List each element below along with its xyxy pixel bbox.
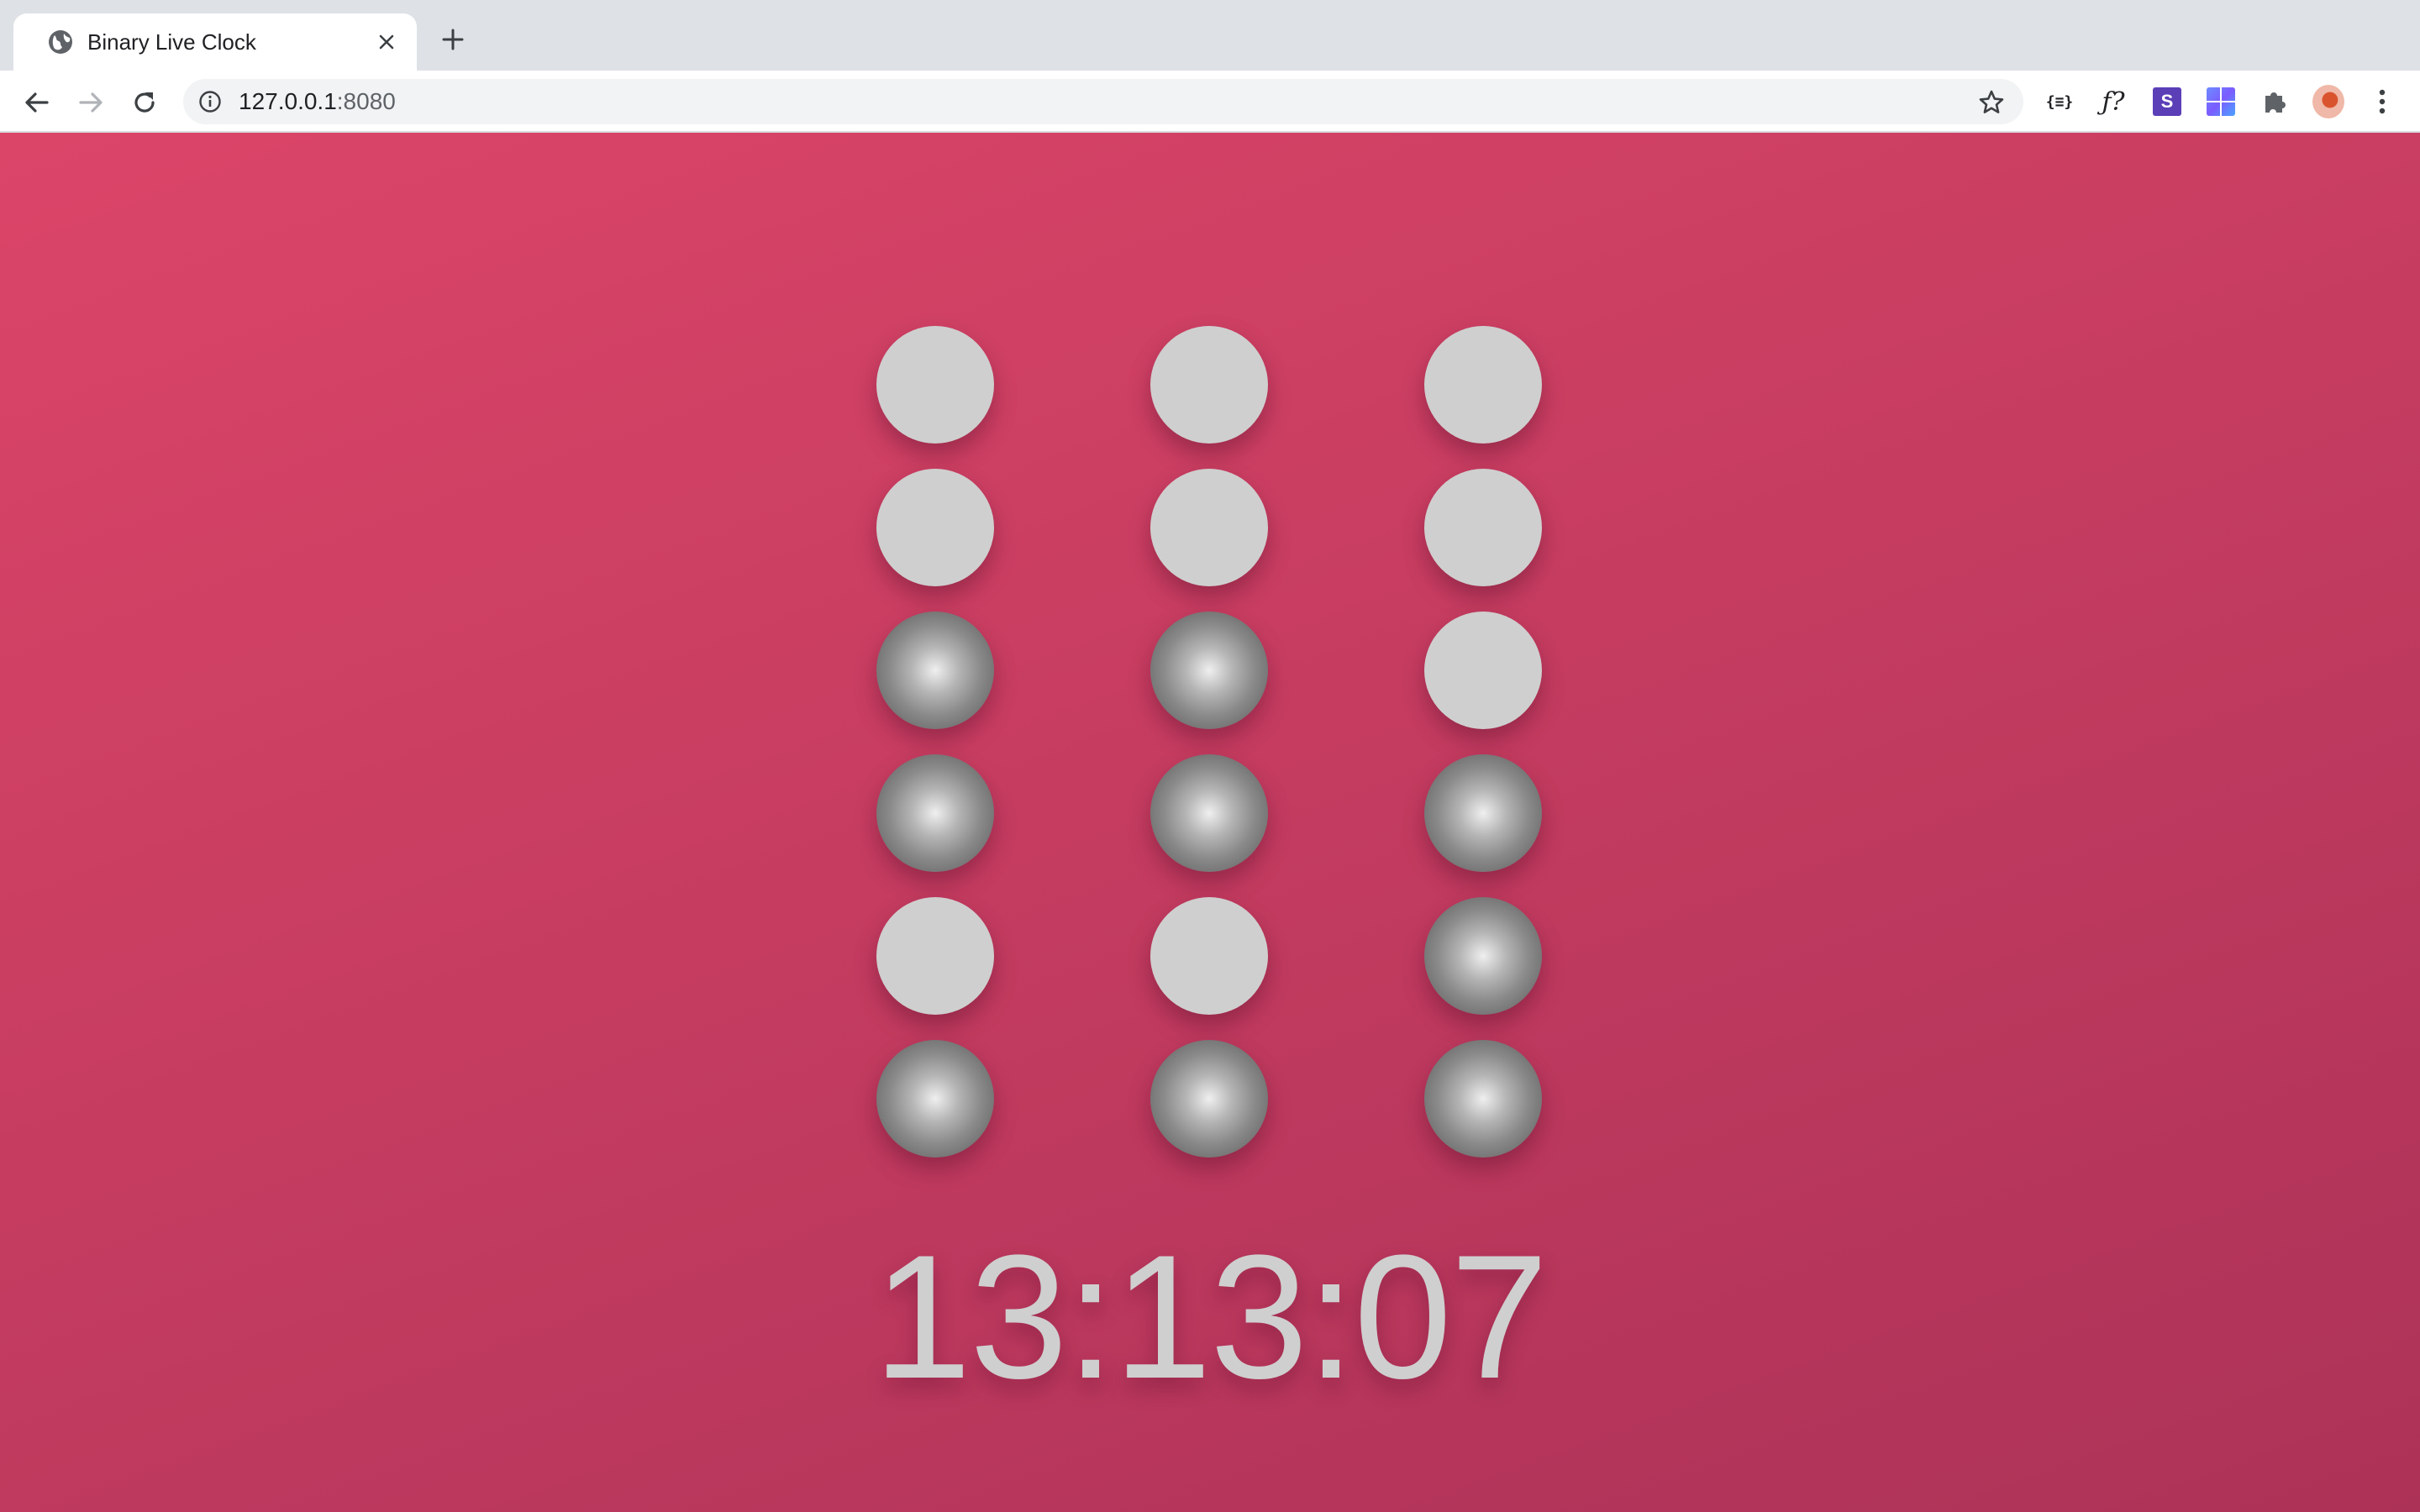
function-extension-icon[interactable]: ƒ? [2097,86,2129,118]
grid-extension-icon[interactable] [2205,86,2237,118]
tab-title: Binary Live Clock [87,29,256,55]
reload-icon[interactable] [129,87,160,118]
binary-bulb [1150,897,1268,1015]
binary-bulb [1150,754,1268,872]
binary-bulb [1424,754,1542,872]
url-port: :8080 [336,88,396,114]
binary-bulb [1150,469,1268,586]
browser-tab[interactable]: Binary Live Clock [13,13,417,71]
tab-strip: Binary Live Clock [0,0,2420,71]
binary-bulb [1150,326,1268,444]
menu-kebab-icon[interactable] [2366,86,2398,118]
binary-bulb [876,612,994,729]
avatar[interactable] [2312,85,2344,118]
puzzle-extensions-icon[interactable] [2259,86,2291,118]
info-icon[interactable] [198,90,222,113]
binary-bulb [1150,1040,1268,1158]
binary-bulb [876,326,994,444]
back-arrow-icon[interactable] [22,87,52,118]
forward-arrow-icon[interactable] [76,87,106,118]
binary-bulb [876,469,994,586]
binary-bulb [1424,612,1542,729]
close-icon[interactable] [376,32,397,52]
binary-bulb [876,1040,994,1158]
new-tab-icon[interactable] [440,27,466,52]
bookmark-star-icon[interactable] [1978,89,2005,116]
s-extension-icon[interactable]: S [2151,86,2183,118]
json-viewer-extension-icon[interactable]: {≡} [2044,86,2075,118]
url-host: 127.0.0.1 [239,88,337,114]
address-bar[interactable]: 127.0.0.1:8080 [183,79,2023,124]
binary-bulb [1424,326,1542,444]
clock-page: 13:13:07 [0,133,2420,1512]
browser-toolbar: 127.0.0.1:8080 {≡} ƒ? S [0,71,2420,133]
binary-bulb [1424,1040,1542,1158]
binary-bulb [876,897,994,1015]
url-text: 127.0.0.1:8080 [239,87,396,117]
digital-time: 13:13:07 [873,1218,1548,1415]
binary-bulb [1424,469,1542,586]
binary-bulb [1150,612,1268,729]
globe-icon [49,30,72,54]
binary-bulb [1424,897,1542,1015]
binary-bulb [876,754,994,872]
